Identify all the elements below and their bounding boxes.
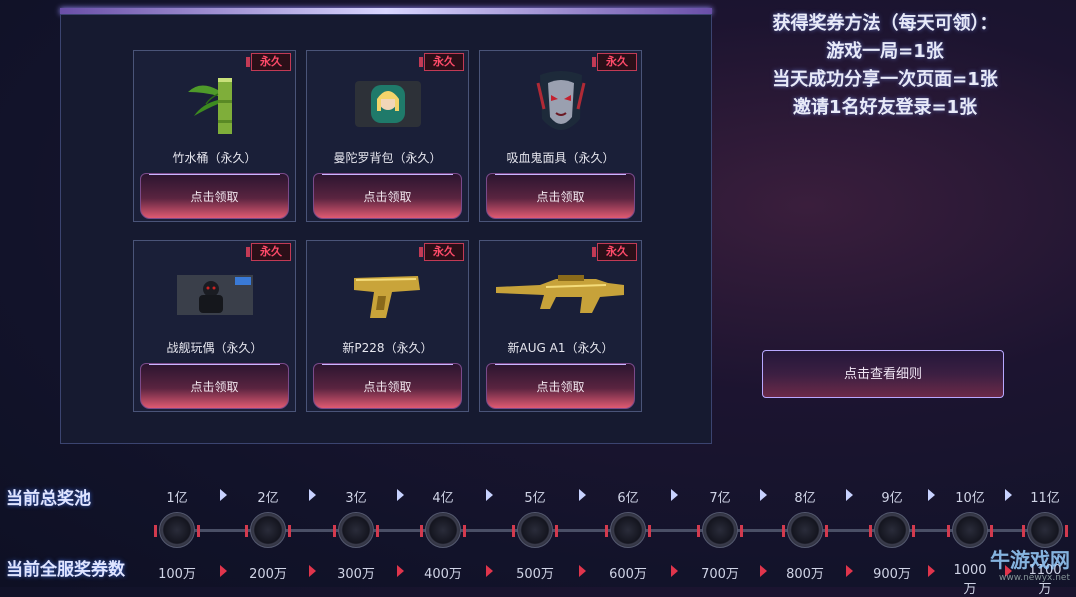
item-name: 吸血鬼面具（永久） bbox=[506, 151, 615, 165]
progress-node bbox=[947, 512, 993, 548]
progress-node bbox=[420, 512, 466, 548]
claim-button[interactable]: 点击领取 bbox=[313, 173, 462, 219]
pool-tick: 8亿 bbox=[794, 491, 816, 506]
item-name: 新P228（永久） bbox=[342, 341, 433, 355]
arrow-icon bbox=[845, 565, 853, 577]
tickets-tick: 100万 bbox=[158, 567, 196, 582]
ticket-rules: 获得奖券方法（每天可领）： 游戏一局=1张 当天成功分享一次页面=1张 邀请1名… bbox=[740, 10, 1030, 122]
arrow-icon bbox=[219, 565, 227, 577]
tickets-tick: 400万 bbox=[424, 567, 462, 582]
pool-label: 当前总奖池 bbox=[6, 489, 91, 509]
arrow-icon bbox=[671, 565, 678, 577]
progress-node bbox=[333, 512, 379, 548]
arrow-icon bbox=[759, 489, 767, 501]
progress-node bbox=[782, 512, 828, 548]
pool-tick: 1亿 bbox=[166, 491, 188, 506]
rewards-panel: 永久 竹水桶（永久） 点击领取 永久 曼陀罗背包（永久） 点击领取 永久 吸血鬼… bbox=[60, 14, 712, 444]
watermark: 牛游戏网 www.newyx.net bbox=[990, 544, 1070, 583]
watermark-text: 牛游戏网 bbox=[990, 548, 1070, 572]
progress-node bbox=[869, 512, 915, 548]
watermark-url: www.newyx.net bbox=[998, 573, 1070, 583]
reward-card: 永久 吸血鬼面具（永久） 点击领取 bbox=[479, 50, 642, 222]
pool-tick: 2亿 bbox=[257, 491, 279, 506]
pool-tick: 5亿 bbox=[524, 491, 546, 506]
mandala-backpack-icon bbox=[307, 69, 468, 141]
tickets-tick: 500万 bbox=[516, 567, 554, 582]
tickets-label: 当前全服奖券数 bbox=[6, 560, 125, 580]
view-details-button[interactable]: 点击查看细则 bbox=[762, 350, 1004, 398]
claim-button[interactable]: 点击领取 bbox=[140, 363, 289, 409]
item-name: 竹水桶（永久） bbox=[172, 151, 257, 165]
rules-title: 获得奖券方法（每天可领）： bbox=[772, 13, 998, 34]
tickets-tick: 700万 bbox=[701, 567, 739, 582]
battleship-doll-icon bbox=[134, 259, 295, 331]
pool-tick: 10亿 bbox=[955, 491, 985, 506]
rules-line: 当天成功分享一次页面=1张 bbox=[772, 69, 998, 90]
pool-tick: 11亿 bbox=[1030, 491, 1060, 506]
reward-card: 永久 新AUG A1（永久） 点击领取 bbox=[479, 240, 642, 412]
pool-tick: 4亿 bbox=[432, 491, 454, 506]
rules-line: 游戏一局=1张 bbox=[826, 41, 944, 62]
progress-node bbox=[605, 512, 651, 548]
arrow-icon bbox=[578, 489, 586, 501]
progress-node bbox=[154, 512, 200, 548]
arrow-icon bbox=[309, 489, 316, 501]
arrow-icon bbox=[486, 565, 493, 577]
arrow-icon bbox=[845, 489, 853, 501]
arrow-icon bbox=[759, 565, 767, 577]
item-name: 新AUG A1（永久） bbox=[507, 341, 614, 355]
tickets-tick: 600万 bbox=[609, 567, 647, 582]
rules-line: 邀请1名好友登录=1张 bbox=[792, 97, 978, 118]
tickets-tick: 200万 bbox=[249, 567, 287, 582]
pool-tick: 9亿 bbox=[881, 491, 903, 506]
bamboo-bucket-icon bbox=[134, 69, 295, 141]
progress-node bbox=[697, 512, 743, 548]
claim-button[interactable]: 点击领取 bbox=[313, 363, 462, 409]
tickets-tick: 800万 bbox=[786, 567, 824, 582]
arrow-icon bbox=[671, 489, 678, 501]
progress-node bbox=[245, 512, 291, 548]
reward-card: 永久 竹水桶（永久） 点击领取 bbox=[133, 50, 296, 222]
reward-card: 永久 曼陀罗背包（永久） 点击领取 bbox=[306, 50, 469, 222]
arrow-icon bbox=[309, 565, 316, 577]
vampire-mask-icon bbox=[480, 69, 641, 141]
pool-tick: 3亿 bbox=[345, 491, 367, 506]
item-name: 曼陀罗背包（永久） bbox=[333, 151, 442, 165]
golden-rifle-icon bbox=[480, 259, 641, 331]
pool-tick: 6亿 bbox=[617, 491, 639, 506]
item-name: 战舰玩偶（永久） bbox=[166, 341, 263, 355]
tickets-tick: 1000万 bbox=[953, 563, 987, 597]
claim-button[interactable]: 点击领取 bbox=[486, 173, 635, 219]
arrow-icon bbox=[219, 489, 227, 501]
arrow-icon bbox=[578, 565, 586, 577]
arrow-icon bbox=[486, 489, 493, 501]
pool-tick: 7亿 bbox=[709, 491, 731, 506]
reward-card: 永久 新P228（永久） 点击领取 bbox=[306, 240, 469, 412]
arrow-icon bbox=[928, 565, 935, 577]
arrow-icon bbox=[928, 489, 935, 501]
claim-button[interactable]: 点击领取 bbox=[140, 173, 289, 219]
tickets-tick: 300万 bbox=[337, 567, 375, 582]
claim-button[interactable]: 点击领取 bbox=[486, 363, 635, 409]
reward-card: 永久 战舰玩偶（永久） 点击领取 bbox=[133, 240, 296, 412]
arrow-icon bbox=[1004, 489, 1012, 501]
progress-node bbox=[1022, 512, 1068, 548]
arrow-icon bbox=[396, 565, 404, 577]
progress-node bbox=[512, 512, 558, 548]
tickets-tick: 900万 bbox=[873, 567, 911, 582]
golden-pistol-icon bbox=[307, 259, 468, 331]
arrow-icon bbox=[396, 489, 404, 501]
